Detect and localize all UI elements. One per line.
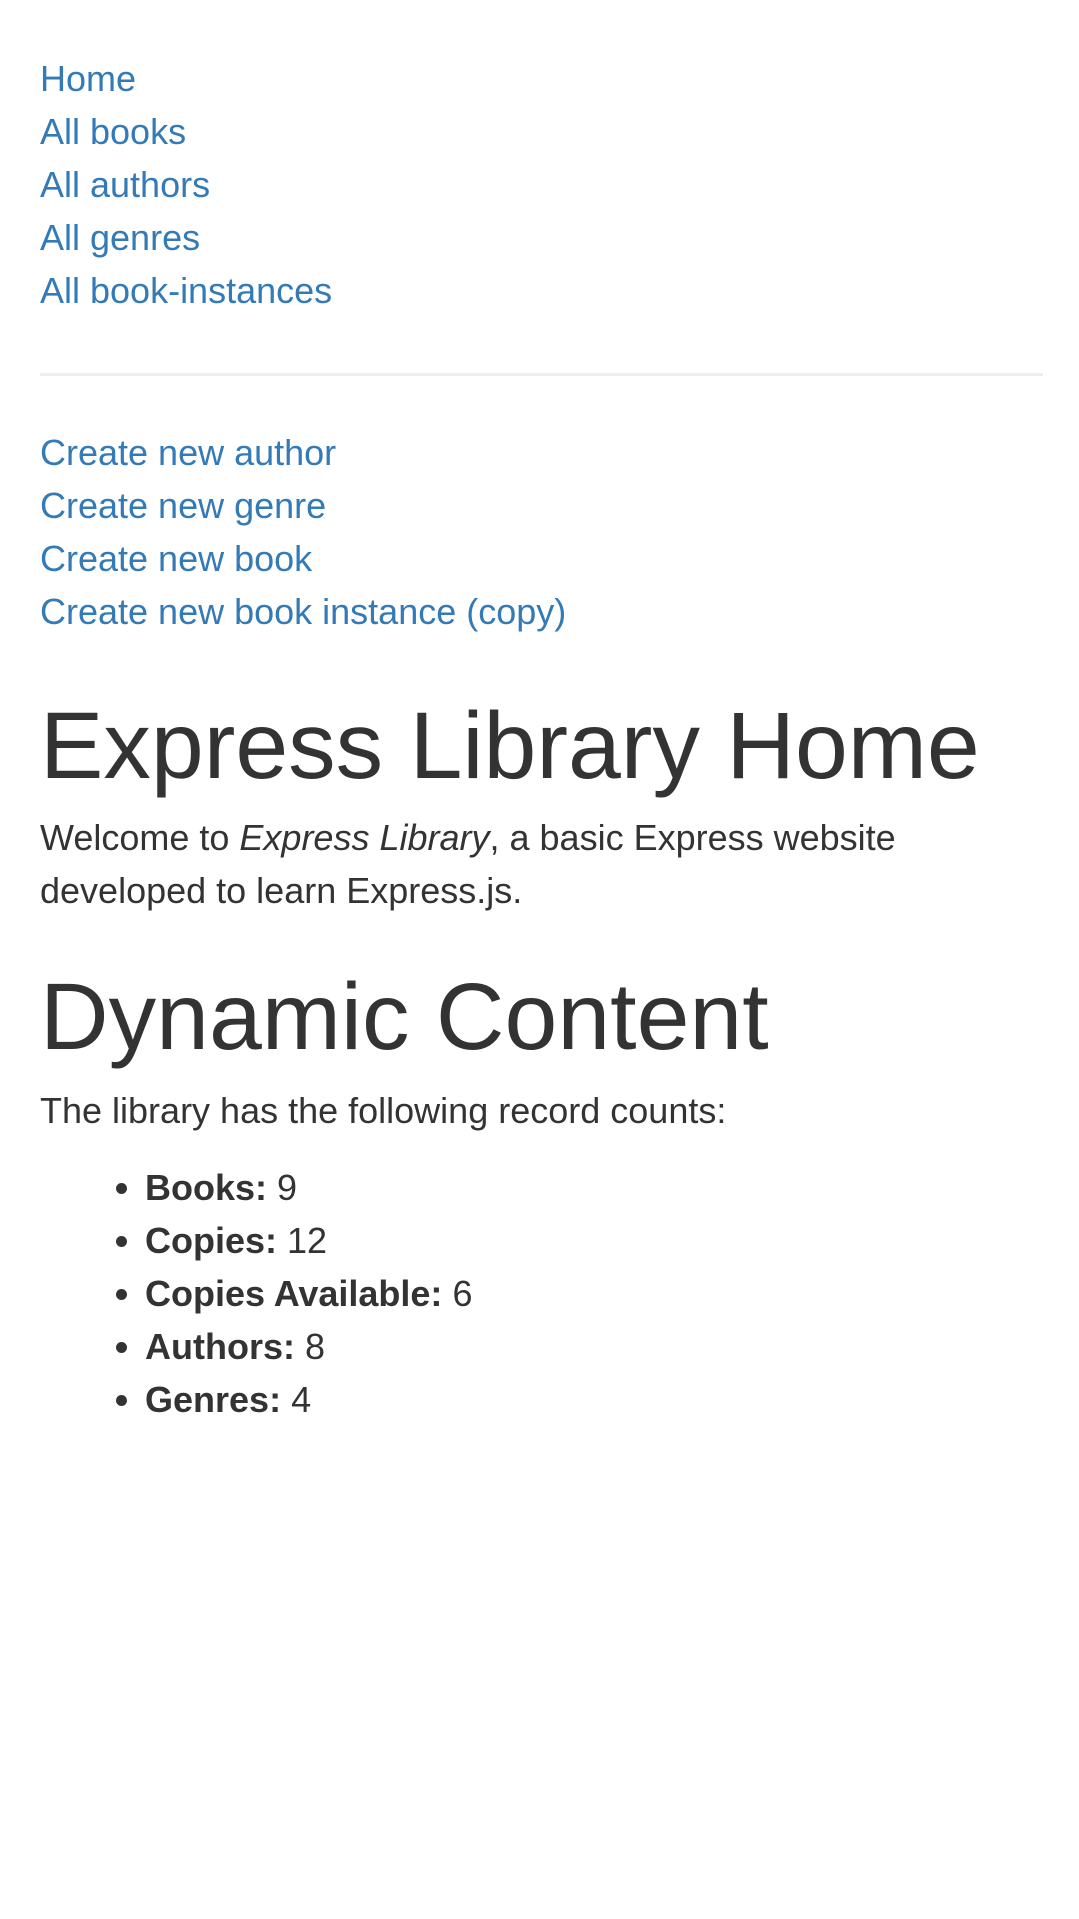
intro-text-before: Welcome to — [40, 816, 240, 858]
count-value: 6 — [452, 1273, 473, 1314]
count-label: Copies: — [145, 1220, 278, 1261]
nav-item-create-book-instance: Create new book instance (copy) — [40, 585, 1039, 638]
all-authors-link[interactable]: All authors — [40, 164, 210, 205]
count-value: 8 — [305, 1326, 326, 1367]
count-label: Copies Available: — [145, 1273, 443, 1314]
nav-item-all-authors: All authors — [40, 158, 1039, 211]
record-counts-list: Books: 9 Copies: 12 Copies Available: 6 … — [40, 1161, 1039, 1426]
nav-item-create-book: Create new book — [40, 532, 1039, 585]
counts-intro: The library has the following record cou… — [40, 1090, 727, 1131]
nav-item-home: Home — [40, 52, 1039, 105]
count-item-books: Books: 9 — [145, 1161, 1039, 1214]
create-genre-link[interactable]: Create new genre — [40, 485, 326, 526]
sidebar-nav: Home All books All authors All genres Al… — [40, 0, 1039, 317]
count-item-copies: Copies: 12 — [145, 1214, 1039, 1267]
create-book-link[interactable]: Create new book — [40, 538, 312, 579]
count-value: 9 — [277, 1167, 298, 1208]
count-value: 12 — [287, 1220, 328, 1261]
nav-item-all-books: All books — [40, 105, 1039, 158]
nav-item-create-genre: Create new genre — [40, 479, 1039, 532]
dynamic-content-heading: Dynamic Content — [40, 963, 769, 1070]
all-genres-link[interactable]: All genres — [40, 217, 200, 258]
intro-emphasis: Express Library — [239, 816, 490, 858]
create-book-instance-link[interactable]: Create new book instance (copy) — [40, 591, 566, 632]
create-nav: Create new author Create new genre Creat… — [40, 376, 1039, 638]
count-label: Authors: — [145, 1326, 295, 1367]
count-value: 4 — [291, 1379, 312, 1420]
nav-item-create-author: Create new author — [40, 426, 1039, 479]
count-item-copies-available: Copies Available: 6 — [145, 1267, 1039, 1320]
page-title: Express Library Home — [40, 693, 980, 799]
count-item-authors: Authors: 8 — [145, 1320, 1039, 1373]
all-book-instances-link[interactable]: All book-instances — [40, 270, 332, 311]
intro-paragraph: Welcome to Express Library, a basic Expr… — [40, 811, 1039, 917]
count-label: Genres: — [145, 1379, 282, 1420]
all-books-link[interactable]: All books — [40, 111, 186, 152]
nav-item-all-book-instances: All book-instances — [40, 264, 1039, 317]
nav-item-all-genres: All genres — [40, 211, 1039, 264]
count-item-genres: Genres: 4 — [145, 1373, 1039, 1426]
page: Home All books All authors All genres Al… — [0, 0, 1079, 1919]
create-author-link[interactable]: Create new author — [40, 432, 336, 473]
home-link[interactable]: Home — [40, 58, 136, 99]
count-label: Books: — [145, 1167, 268, 1208]
